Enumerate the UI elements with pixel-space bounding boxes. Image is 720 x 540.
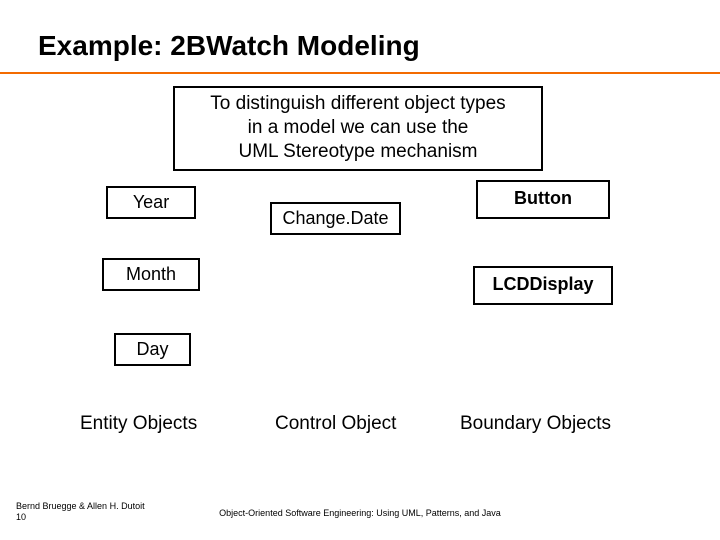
- box-year: Year: [106, 186, 196, 219]
- column-label-entity: Entity Objects: [80, 413, 197, 435]
- slide: Example: 2BWatch Modeling To distinguish…: [0, 0, 720, 540]
- box-lcddisplay: LCDDisplay: [473, 266, 613, 305]
- callout-line-1: To distinguish different object types: [181, 92, 535, 116]
- box-button: Button: [476, 180, 610, 219]
- slide-title: Example: 2BWatch Modeling: [38, 30, 420, 62]
- callout-line-3: UML Stereotype mechanism: [181, 140, 535, 164]
- callout-box: To distinguish different object types in…: [173, 86, 543, 171]
- column-label-control: Control Object: [275, 413, 396, 435]
- footer-subtitle: Object-Oriented Software Engineering: Us…: [0, 508, 720, 518]
- box-month: Month: [102, 258, 200, 291]
- title-underline: [0, 72, 720, 74]
- box-change-date: Change.Date: [270, 202, 401, 235]
- callout-line-2: in a model we can use the: [181, 116, 535, 140]
- column-label-boundary: Boundary Objects: [460, 413, 611, 435]
- box-day: Day: [114, 333, 191, 366]
